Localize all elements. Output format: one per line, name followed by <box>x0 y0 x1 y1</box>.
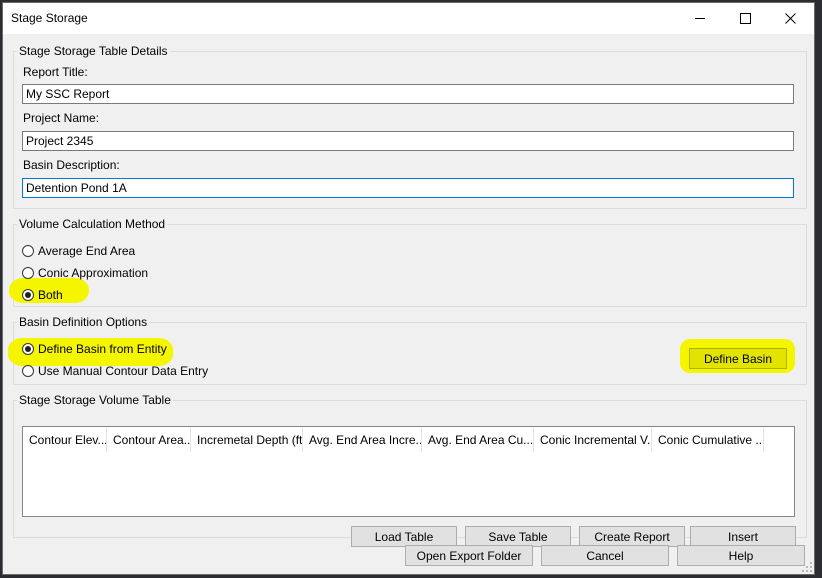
stage-storage-dialog: Stage Storage Stage Storage Table Detail… <box>2 2 815 575</box>
table-details-group: Stage Storage Table Details Report Title… <box>13 44 807 209</box>
radio-label: Define Basin from Entity <box>38 342 167 356</box>
basin-options-group: Basin Definition Options Define Basin fr… <box>8 315 807 385</box>
column-header-avg-end-area-incremental[interactable]: Avg. End Area Incre... <box>303 427 422 452</box>
create-report-button[interactable]: Create Report <box>579 526 685 547</box>
minimize-button[interactable] <box>677 3 722 34</box>
radio-define-basin-from-entity[interactable]: Define Basin from Entity <box>22 342 167 356</box>
project-name-input[interactable] <box>22 131 794 151</box>
column-header-avg-end-area-cumulative[interactable]: Avg. End Area Cu... <box>422 427 534 452</box>
basin-description-label: Basin Description: <box>23 158 120 172</box>
volume-method-group: Volume Calculation Method Average End Ar… <box>9 217 807 307</box>
radio-conic-approximation[interactable]: Conic Approximation <box>22 266 148 280</box>
table-header: Contour Elev... Contour Area... Incremet… <box>23 427 794 452</box>
maximize-icon <box>740 13 751 24</box>
column-header-incremental-depth[interactable]: Incremetal Depth (ft) <box>191 427 303 452</box>
radio-label: Use Manual Contour Data Entry <box>38 364 209 378</box>
radio-icon <box>22 245 34 257</box>
radio-label: Conic Approximation <box>38 266 149 280</box>
close-icon <box>785 13 796 24</box>
column-header-contour-area[interactable]: Contour Area... <box>107 427 191 452</box>
report-title-label: Report Title: <box>23 65 88 79</box>
volume-table[interactable]: Contour Elev... Contour Area... Incremet… <box>22 426 795 517</box>
save-table-button[interactable]: Save Table <box>465 526 571 547</box>
table-details-legend: Stage Storage Table Details <box>19 44 168 58</box>
radio-icon <box>22 267 34 279</box>
radio-manual-contour-entry[interactable]: Use Manual Contour Data Entry <box>22 364 208 378</box>
radio-checked-icon <box>22 343 34 355</box>
radio-label: Both <box>38 288 63 302</box>
minimize-icon <box>694 18 705 19</box>
column-header-conic-cumulative[interactable]: Conic Cumulative ... <box>652 427 764 452</box>
close-button[interactable] <box>768 3 813 34</box>
volume-table-group: Stage Storage Volume Table Contour Elev.… <box>13 393 807 547</box>
maximize-button[interactable] <box>723 3 768 34</box>
column-header-contour-elev[interactable]: Contour Elev... <box>23 427 107 452</box>
load-table-button[interactable]: Load Table <box>351 526 457 547</box>
window-title: Stage Storage <box>11 11 88 25</box>
define-basin-button[interactable]: Define Basin <box>689 348 787 369</box>
radio-label: Average End Area <box>38 244 136 258</box>
cancel-button[interactable]: Cancel <box>541 545 669 566</box>
project-name-label: Project Name: <box>23 111 100 125</box>
radio-icon <box>22 365 34 377</box>
radio-both[interactable]: Both <box>22 288 63 302</box>
basin-description-input[interactable] <box>22 178 794 198</box>
radio-average-end-area[interactable]: Average End Area <box>22 244 135 258</box>
column-header-conic-incremental[interactable]: Conic Incremental V... <box>534 427 652 452</box>
volume-table-legend: Stage Storage Volume Table <box>19 393 171 407</box>
basin-options-legend: Basin Definition Options <box>19 315 148 329</box>
open-export-folder-button[interactable]: Open Export Folder <box>405 545 533 566</box>
resize-grip-icon[interactable] <box>802 562 812 572</box>
report-title-input[interactable] <box>22 84 794 104</box>
radio-checked-icon <box>22 289 34 301</box>
help-button[interactable]: Help <box>677 545 805 566</box>
volume-method-legend: Volume Calculation Method <box>19 217 166 231</box>
title-bar[interactable]: Stage Storage <box>3 3 814 34</box>
insert-button[interactable]: Insert <box>690 526 796 547</box>
